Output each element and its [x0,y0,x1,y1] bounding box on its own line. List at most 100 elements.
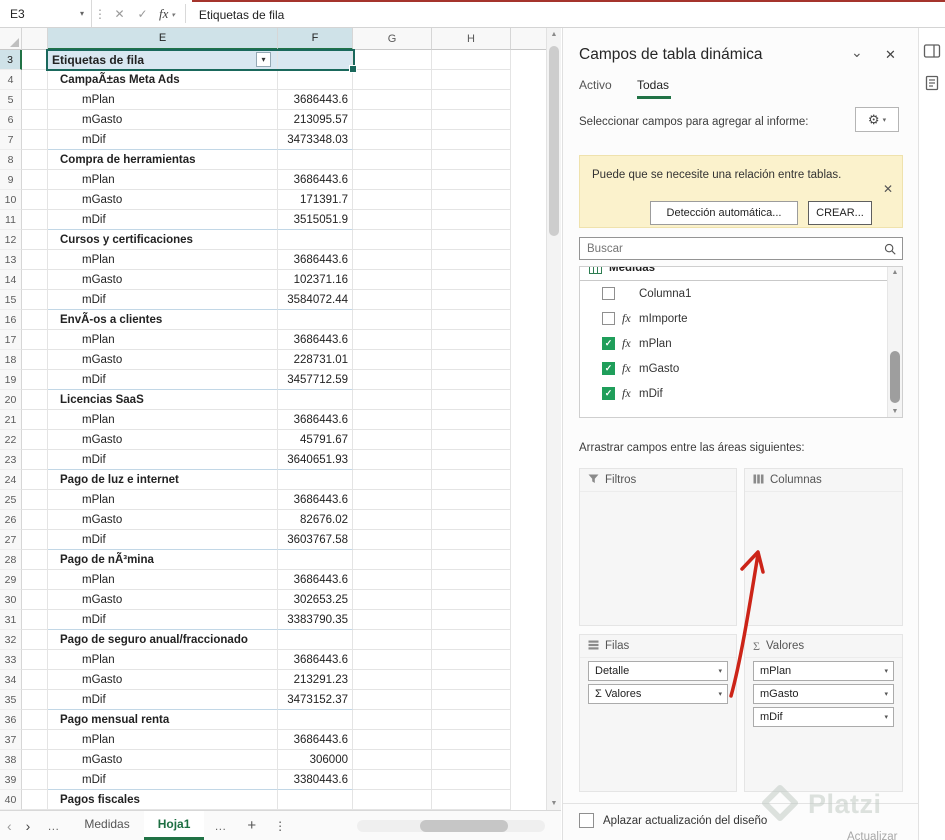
cell-D13[interactable] [22,250,48,270]
cell-E12[interactable]: Cursos y certificaciones [48,230,278,250]
cell-G8[interactable] [353,150,432,170]
cell-H28[interactable] [432,550,511,570]
cell-H38[interactable] [432,750,511,770]
search-input[interactable] [580,241,878,256]
cell-F7[interactable]: 3473348.03 [278,130,353,150]
formula-bar-kebab-icon[interactable]: ⋮ [92,0,108,27]
cell-G16[interactable] [353,310,432,330]
cell-E10[interactable]: mGasto [48,190,278,210]
notebook-icon[interactable] [923,74,941,92]
add-sheet-button[interactable]: + [237,817,266,834]
cell-D31[interactable] [22,610,48,630]
cell-E33[interactable]: mPlan [48,650,278,670]
cell-F30[interactable]: 302653.25 [278,590,353,610]
row-number-28[interactable]: 28 [0,550,22,570]
row-number-15[interactable]: 15 [0,290,22,310]
cell-H36[interactable] [432,710,511,730]
update-button[interactable]: Actualizar [847,831,898,840]
cell-F25[interactable]: 3686443.6 [278,490,353,510]
row-number-38[interactable]: 38 [0,750,22,770]
cell-D5[interactable] [22,90,48,110]
name-box[interactable]: E3 ▾ [0,0,92,27]
row-number-25[interactable]: 25 [0,490,22,510]
area-field-mgasto[interactable]: mGasto ▾ [753,684,894,704]
cell-H5[interactable] [432,90,511,110]
row-number-10[interactable]: 10 [0,190,22,210]
cell-H14[interactable] [432,270,511,290]
cell-F10[interactable]: 171391.7 [278,190,353,210]
cell-F37[interactable]: 3686443.6 [278,730,353,750]
cell-D32[interactable] [22,630,48,650]
cell-H27[interactable] [432,530,511,550]
row-number-29[interactable]: 29 [0,570,22,590]
cell-F13[interactable]: 3686443.6 [278,250,353,270]
column-header-g[interactable]: G [353,28,432,50]
cell-G20[interactable] [353,390,432,410]
cell-G23[interactable] [353,450,432,470]
cell-G35[interactable] [353,690,432,710]
cell-G12[interactable] [353,230,432,250]
cell-F4[interactable] [278,70,353,90]
cell-E34[interactable]: mGasto [48,670,278,690]
field-group-medidas[interactable]: Medidas [580,267,887,281]
row-number-7[interactable]: 7 [0,130,22,150]
cell-F40[interactable] [278,790,353,810]
cell-G31[interactable] [353,610,432,630]
cell-D33[interactable] [22,650,48,670]
sheet-nav-right-icon[interactable]: › [19,818,38,834]
row-number-5[interactable]: 5 [0,90,22,110]
scroll-down-icon[interactable]: ▼ [547,800,561,807]
row-number-30[interactable]: 30 [0,590,22,610]
row-number-16[interactable]: 16 [0,310,22,330]
cell-F26[interactable]: 82676.02 [278,510,353,530]
row-number-4[interactable]: 4 [0,70,22,90]
cell-G10[interactable] [353,190,432,210]
cell-E26[interactable]: mGasto [48,510,278,530]
cell-D7[interactable] [22,130,48,150]
auto-detect-button[interactable]: Detección automática... [650,201,798,225]
defer-layout-checkbox[interactable] [579,813,594,828]
filter-dropdown-button[interactable]: ▾ [256,52,271,67]
row-number-13[interactable]: 13 [0,250,22,270]
area-field-mdif[interactable]: mDif ▾ [753,707,894,727]
column-header-e[interactable]: E [48,28,278,50]
scroll-up-icon[interactable]: ▲ [888,269,902,276]
row-number-23[interactable]: 23 [0,450,22,470]
cell-E11[interactable]: mDif [48,210,278,230]
search-icon[interactable] [878,242,902,256]
row-number-26[interactable]: 26 [0,510,22,530]
task-pane-icon[interactable] [923,42,941,60]
cell-F18[interactable]: 228731.01 [278,350,353,370]
cell-H37[interactable] [432,730,511,750]
cell-G29[interactable] [353,570,432,590]
row-number-8[interactable]: 8 [0,150,22,170]
scroll-up-icon[interactable]: ▲ [547,31,561,38]
cell-F15[interactable]: 3584072.44 [278,290,353,310]
cell-F34[interactable]: 213291.23 [278,670,353,690]
horizontal-scrollbar-thumb[interactable] [420,820,508,832]
cell-D18[interactable] [22,350,48,370]
area-filtros[interactable]: Filtros [579,468,737,626]
cell-D22[interactable] [22,430,48,450]
cell-G28[interactable] [353,550,432,570]
row-number-12[interactable]: 12 [0,230,22,250]
cell-F22[interactable]: 45791.67 [278,430,353,450]
cell-D26[interactable] [22,510,48,530]
cell-G18[interactable] [353,350,432,370]
sheet-overflow-icon[interactable]: … [204,819,237,833]
cell-D14[interactable] [22,270,48,290]
row-number-9[interactable]: 9 [0,170,22,190]
row-number-37[interactable]: 37 [0,730,22,750]
vertical-scrollbar-thumb[interactable] [549,46,559,236]
row-number-22[interactable]: 22 [0,430,22,450]
sheet-list-icon[interactable]: … [37,819,70,833]
cell-H4[interactable] [432,70,511,90]
cell-H16[interactable] [432,310,511,330]
sheet-options-kebab-icon[interactable]: ⋮ [266,819,294,833]
cell-G4[interactable] [353,70,432,90]
formula-input[interactable]: Etiquetas de fila [191,0,945,27]
cell-G11[interactable] [353,210,432,230]
cell-H33[interactable] [432,650,511,670]
cell-H12[interactable] [432,230,511,250]
cell-D8[interactable] [22,150,48,170]
